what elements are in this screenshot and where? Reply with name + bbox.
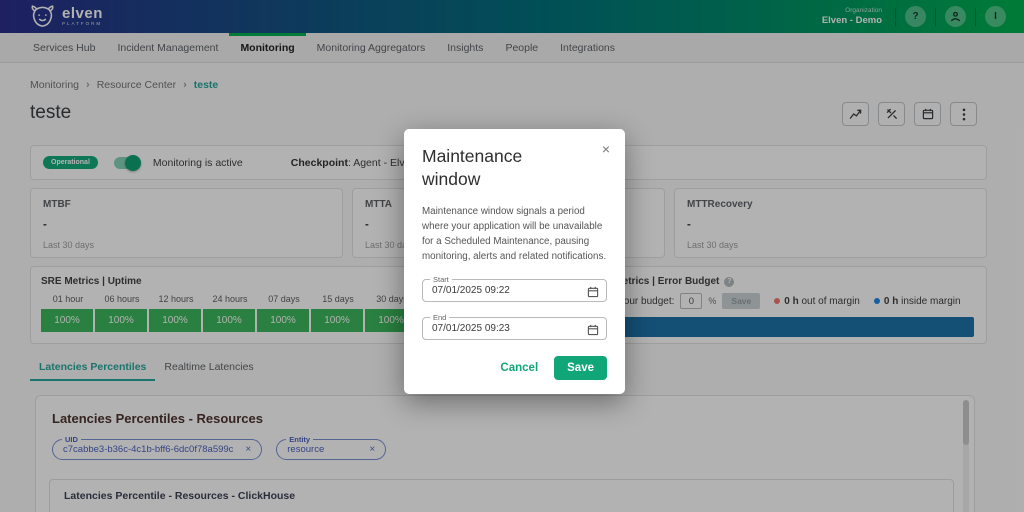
calendar-icon[interactable]: [587, 285, 599, 303]
app-window: elven PLATFORM Organization Elven - Demo…: [0, 0, 1024, 512]
modal-title: Maintenance window: [422, 145, 557, 191]
field-label: End: [430, 313, 449, 322]
cancel-button[interactable]: Cancel: [500, 362, 538, 374]
start-datetime-field[interactable]: Start 07/01/2025 09:22: [422, 279, 607, 302]
calendar-icon[interactable]: [587, 323, 599, 341]
field-label: Start: [430, 275, 452, 284]
maintenance-window-modal: Maintenance window × Maintenance window …: [404, 129, 625, 394]
end-datetime-field[interactable]: End 07/01/2025 09:23: [422, 317, 607, 340]
save-button[interactable]: Save: [554, 356, 607, 380]
field-value[interactable]: 07/01/2025 09:23: [423, 318, 606, 340]
close-icon[interactable]: ×: [602, 142, 610, 156]
modal-description: Maintenance window signals a period wher…: [422, 204, 607, 265]
